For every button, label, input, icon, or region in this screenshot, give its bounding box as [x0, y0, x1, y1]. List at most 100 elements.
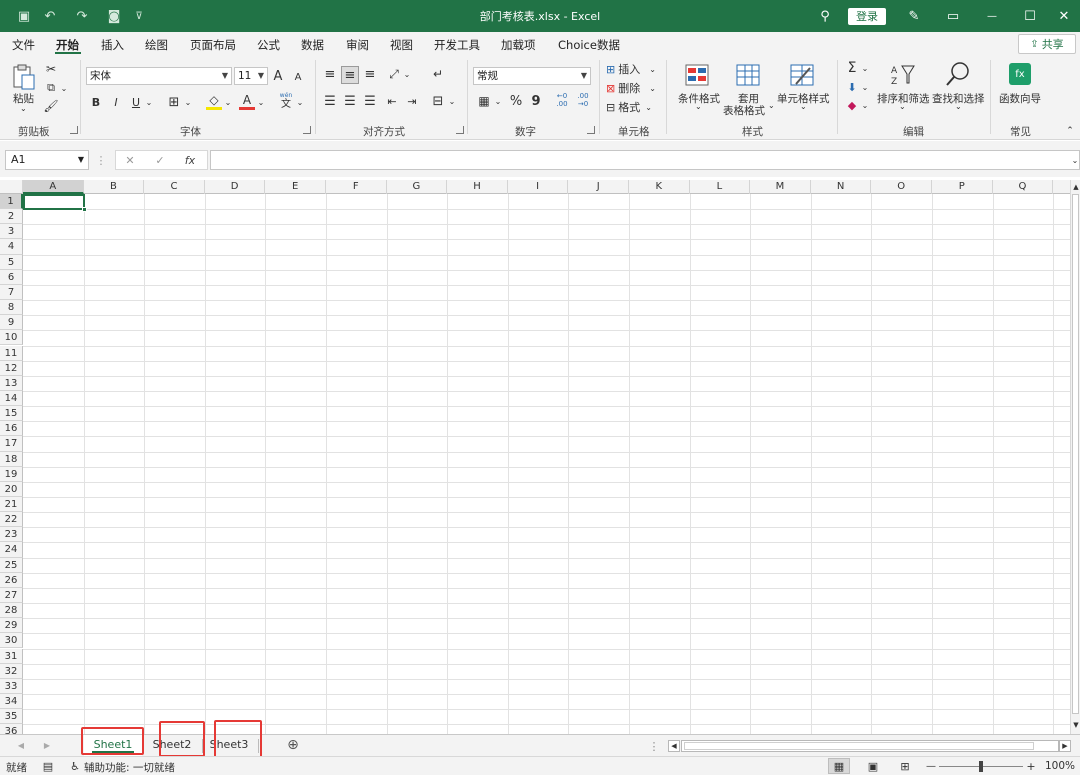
tab-file[interactable]: 文件 — [12, 37, 35, 53]
chevron-down-icon[interactable]: ⌄ — [768, 101, 775, 110]
row-header[interactable]: 33 — [0, 678, 23, 694]
row-header[interactable]: 35 — [0, 709, 23, 725]
column-header[interactable]: M — [750, 180, 811, 194]
align-middle-icon[interactable]: ≡ — [341, 66, 359, 84]
row-header[interactable]: 16 — [0, 421, 23, 437]
row-header[interactable]: 30 — [0, 633, 23, 649]
underline-dropdown-icon[interactable]: ⌄ — [145, 94, 153, 110]
alignment-launcher-icon[interactable] — [456, 126, 464, 134]
merge-center-icon[interactable]: ⊟ — [430, 93, 446, 109]
login-button[interactable]: 登录 — [848, 8, 886, 25]
insert-cells-button[interactable]: ⊞ 插入 ⌄ — [606, 61, 662, 77]
comma-style-button[interactable]: 9 — [530, 92, 542, 110]
borders-icon[interactable]: ⊞ — [166, 94, 182, 110]
row-header[interactable]: 5 — [0, 254, 23, 270]
row-header[interactable]: 7 — [0, 284, 23, 301]
italic-button[interactable]: I — [110, 94, 122, 110]
fill-icon[interactable]: ⬇ — [845, 80, 859, 94]
accessibility-icon[interactable]: ♿ — [68, 759, 82, 773]
macro-record-icon[interactable]: ▤ — [41, 759, 55, 773]
row-header[interactable]: 18 — [0, 451, 23, 467]
clear-dropdown-icon[interactable]: ⌄ — [861, 98, 869, 112]
function-wizard-icon[interactable]: fx — [1009, 63, 1031, 85]
tab-data[interactable]: 数据 — [301, 37, 324, 53]
tab-draw[interactable]: 绘图 — [145, 37, 168, 53]
row-header[interactable]: 22 — [0, 512, 23, 528]
column-header[interactable]: D — [205, 180, 266, 194]
tab-addins[interactable]: 加载项 — [501, 37, 536, 53]
align-left-icon[interactable]: ☰ — [322, 93, 338, 109]
zoom-in-icon[interactable]: + — [1025, 758, 1037, 774]
row-header[interactable]: 12 — [0, 360, 23, 376]
add-sheet-icon[interactable]: ⊕ — [285, 737, 301, 753]
orientation-dropdown-icon[interactable]: ⌄ — [403, 66, 411, 82]
align-top-icon[interactable]: ≡ — [322, 66, 338, 82]
decrease-decimal-button[interactable]: .00 →0 — [574, 90, 592, 110]
column-header[interactable]: C — [144, 180, 205, 194]
ribbon-display-icon[interactable]: ▭ — [936, 4, 970, 28]
fill-color-icon[interactable]: ◇ — [206, 92, 222, 110]
row-header[interactable]: 27 — [0, 587, 23, 604]
row-header[interactable]: 36 — [0, 724, 23, 734]
row-header[interactable]: 2 — [0, 209, 23, 225]
row-header[interactable]: 26 — [0, 572, 23, 588]
phonetic-dropdown-icon[interactable]: ⌄ — [296, 94, 304, 110]
row-header[interactable]: 25 — [0, 557, 23, 573]
row-header[interactable]: 20 — [0, 481, 23, 497]
autosum-icon[interactable]: Σ — [845, 60, 859, 76]
column-header[interactable]: Q — [993, 180, 1054, 194]
cell-styles-icon[interactable] — [789, 64, 815, 86]
scroll-down-icon[interactable]: ▼ — [1071, 720, 1080, 730]
fill-handle[interactable] — [82, 207, 87, 212]
tab-view[interactable]: 视图 — [390, 37, 413, 53]
chevron-down-icon[interactable]: ⌄ — [955, 102, 962, 111]
chevron-down-icon[interactable]: ⌄ — [695, 102, 702, 111]
format-cells-button[interactable]: ⊟ 格式 ⌄ — [606, 99, 662, 115]
chevron-down-icon[interactable]: ⌄ — [899, 102, 906, 111]
search-icon[interactable]: ⚲ — [808, 4, 842, 28]
scroll-tabs-left-icon[interactable]: ◀ — [16, 738, 26, 752]
row-header[interactable]: 8 — [0, 300, 23, 316]
sort-filter-icon[interactable]: AZ — [890, 62, 916, 88]
fill-color-dropdown-icon[interactable]: ⌄ — [224, 94, 232, 110]
row-header[interactable]: 13 — [0, 375, 23, 391]
fill-dropdown-icon[interactable]: ⌄ — [861, 80, 869, 94]
column-header[interactable]: F — [326, 180, 387, 194]
formula-input[interactable] — [210, 150, 1080, 170]
paste-icon[interactable] — [10, 62, 38, 92]
format-painter-icon[interactable]: 🖌 — [43, 99, 58, 113]
row-header[interactable]: 31 — [0, 648, 23, 664]
hscroll-left-icon[interactable]: ◀ — [668, 740, 680, 752]
worksheet-grid[interactable]: ABCDEFGHIJKLMNOPQ 1 2 3 4 5 6 7 8 9 10 11 12 13 14 15 1… — [0, 180, 1080, 734]
underline-button[interactable]: U — [130, 94, 142, 110]
name-box[interactable]: A1 ▼ — [5, 150, 89, 170]
row-header[interactable]: 17 — [0, 436, 23, 452]
find-select-icon[interactable] — [945, 61, 971, 87]
horizontal-scroll-thumb[interactable] — [684, 742, 1034, 750]
row-header[interactable]: 1 — [0, 194, 23, 210]
shrink-font-icon[interactable]: A — [292, 69, 304, 85]
collapse-ribbon-icon[interactable]: ⌃ — [1064, 126, 1076, 136]
row-header[interactable]: 15 — [0, 406, 23, 422]
selected-cell[interactable] — [23, 194, 85, 210]
scroll-up-icon[interactable]: ▲ — [1071, 182, 1080, 192]
orientation-icon[interactable]: ⤢ — [386, 66, 402, 82]
tab-review[interactable]: 审阅 — [346, 37, 369, 53]
row-header[interactable]: 34 — [0, 693, 23, 710]
row-header[interactable]: 11 — [0, 345, 23, 361]
row-header[interactable]: 29 — [0, 618, 23, 634]
zoom-level[interactable]: 100% — [1045, 760, 1075, 772]
row-header[interactable]: 19 — [0, 466, 23, 482]
cancel-entry-icon[interactable]: ✕ — [122, 152, 138, 168]
font-color-dropdown-icon[interactable]: ⌄ — [257, 94, 265, 110]
horizontal-scrollbar[interactable] — [681, 740, 1059, 752]
paste-dropdown-icon[interactable]: ⌄ — [20, 104, 27, 113]
tab-insert[interactable]: 插入 — [101, 37, 124, 53]
align-bottom-icon[interactable]: ≡ — [362, 66, 378, 82]
number-launcher-icon[interactable] — [587, 126, 595, 134]
bold-button[interactable]: B — [89, 94, 103, 110]
row-header[interactable]: 28 — [0, 603, 23, 619]
tab-home[interactable]: 开始 — [56, 37, 79, 53]
column-header[interactable]: H — [447, 180, 508, 194]
conditional-formatting-icon[interactable] — [684, 64, 710, 86]
